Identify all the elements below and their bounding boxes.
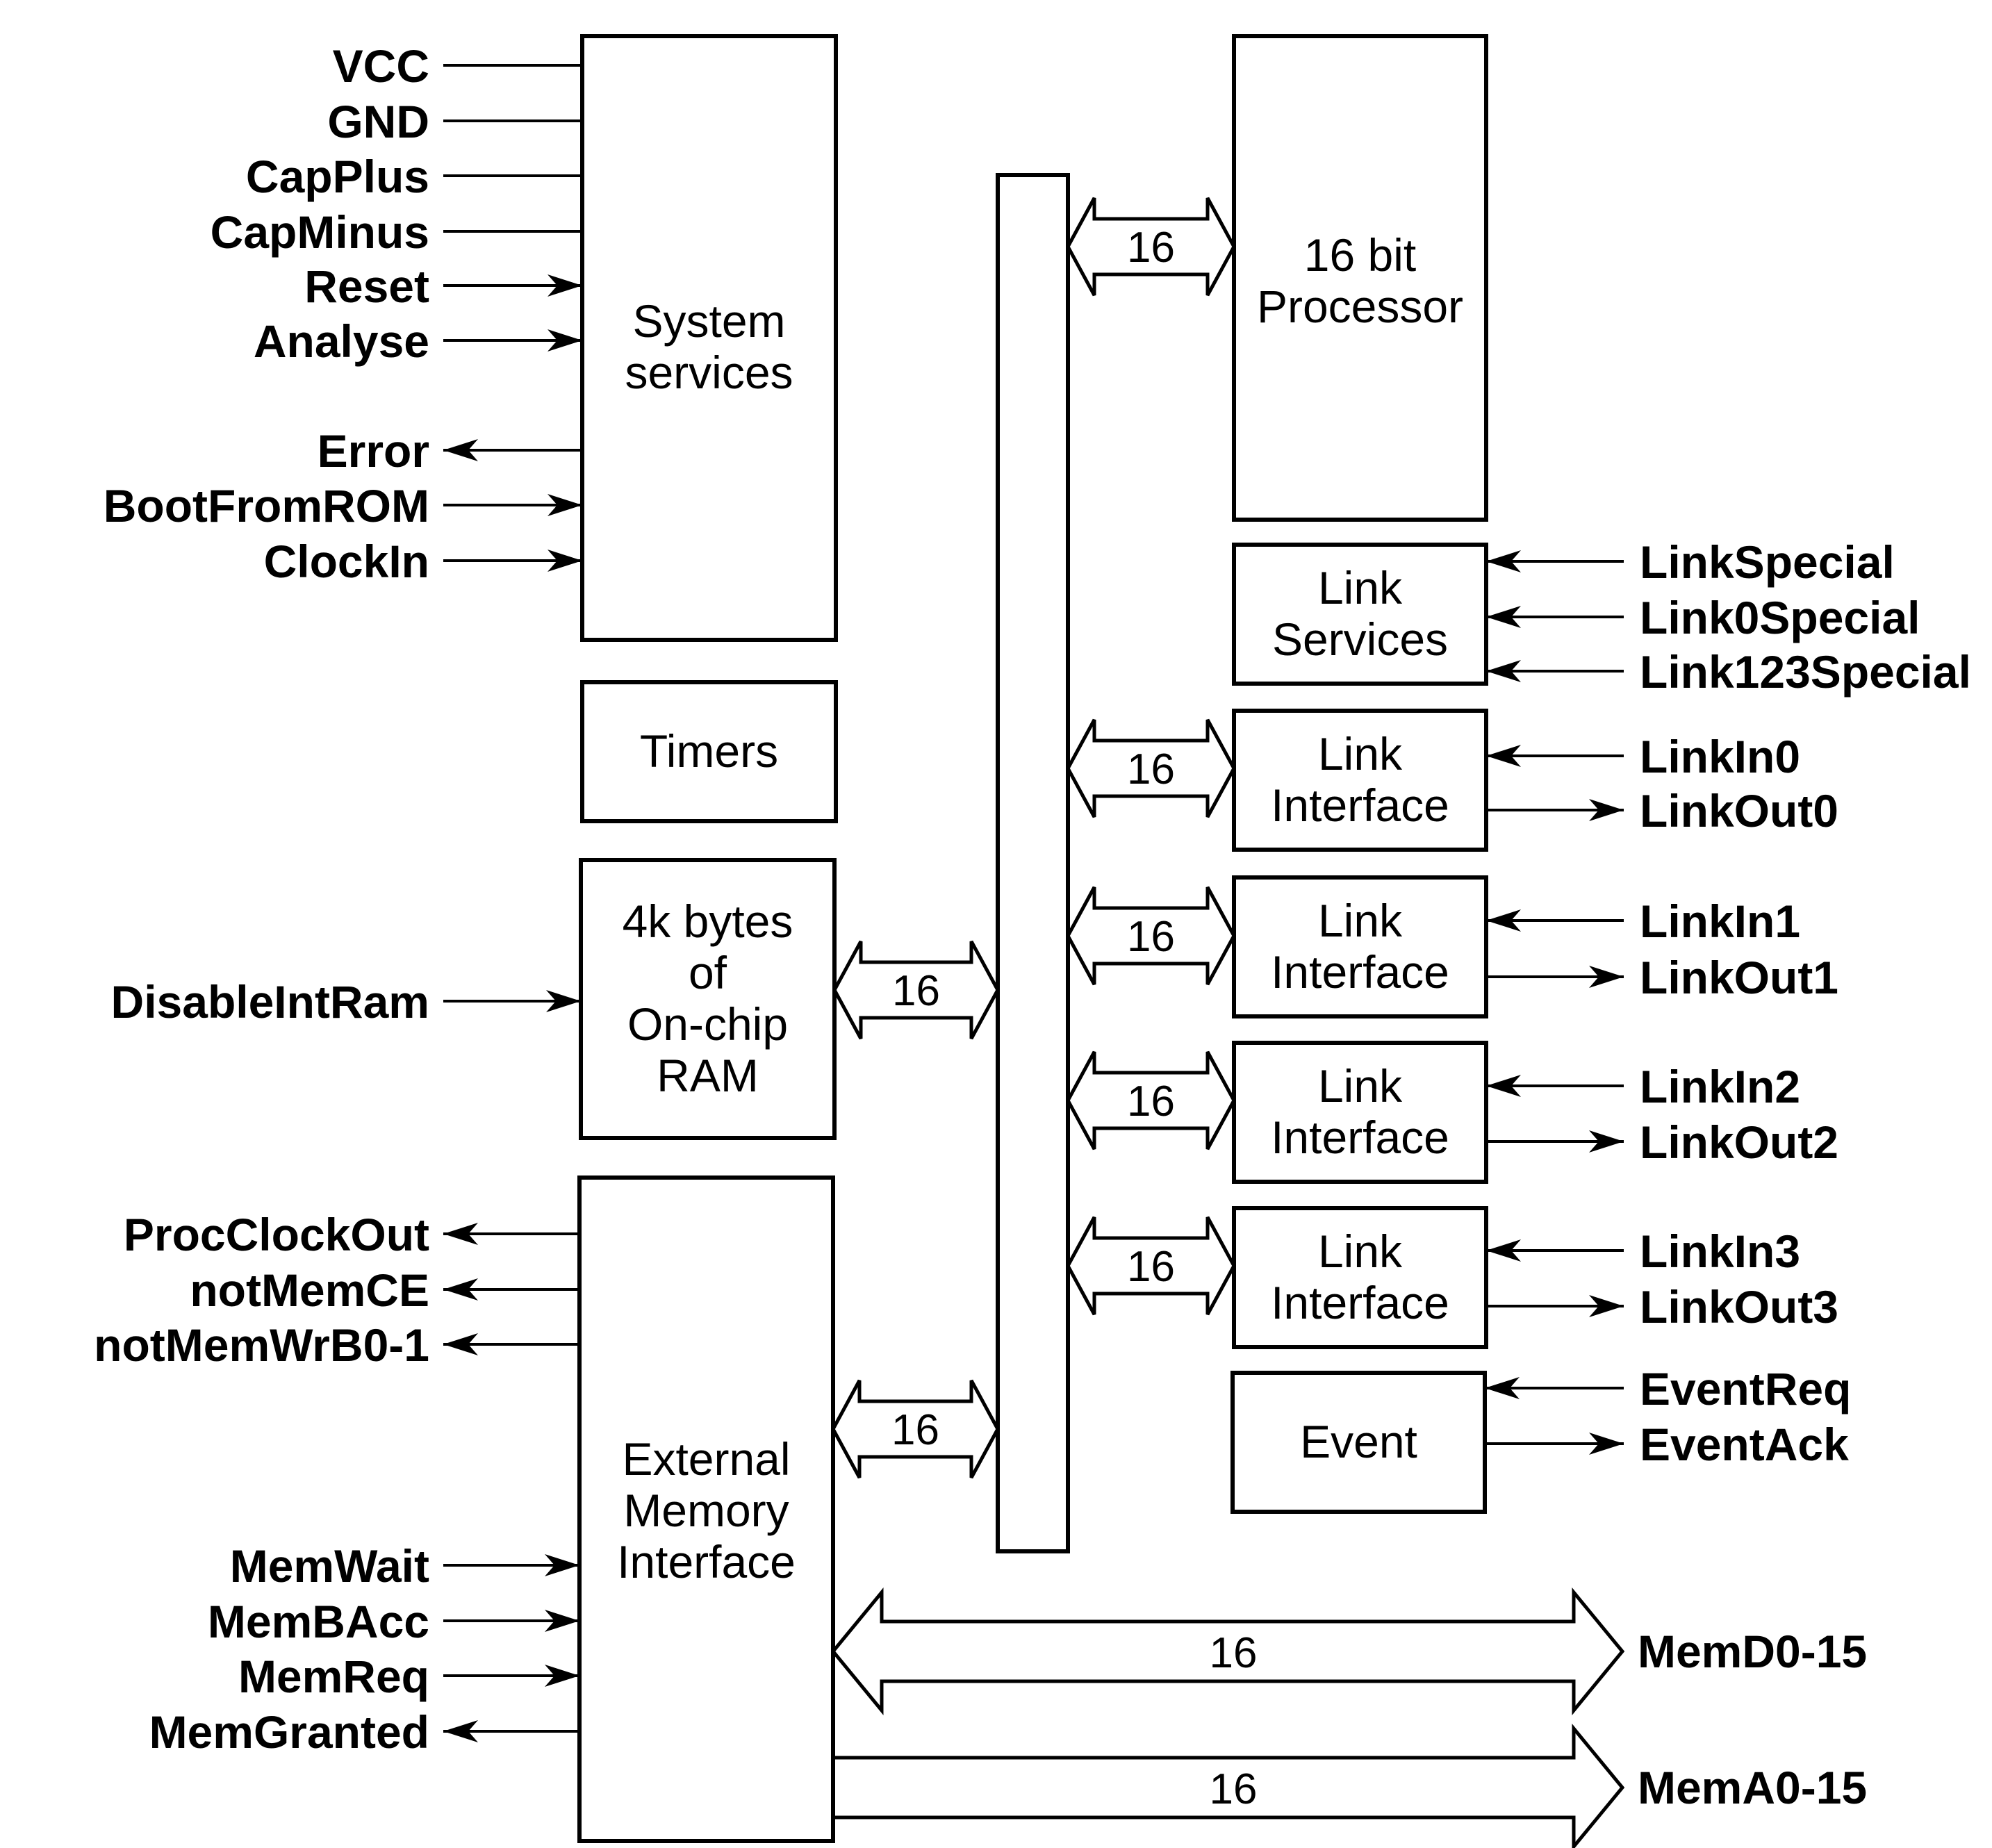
bus-width-label: 16 bbox=[1127, 224, 1175, 272]
signal-label-memreq: MemReq bbox=[238, 1651, 429, 1702]
block-label-ext-mem: Interface bbox=[617, 1536, 796, 1587]
signal-label-linkin3: LinkIn3 bbox=[1640, 1226, 1800, 1277]
mem-data-bus-label: MemD0-15 bbox=[1638, 1626, 1867, 1677]
block-label-link-if1: Link bbox=[1318, 895, 1403, 946]
block-label-ram: of bbox=[689, 947, 727, 998]
signal-label-link123special: Link123Special bbox=[1640, 646, 1971, 698]
signal-label-error: Error bbox=[318, 425, 429, 477]
signal-label-disableintram: DisableIntRam bbox=[111, 976, 429, 1028]
block-label-ram: 4k bytes bbox=[623, 896, 793, 947]
signal-label-eventreq: EventReq bbox=[1640, 1363, 1851, 1414]
block-label-event: Event bbox=[1300, 1416, 1417, 1467]
transputer-block-diagram: 16 16 16 16 16 16 16 16 MemD0-15 16 MemA0-15 System… bbox=[94, 34, 1971, 1848]
bus-width-label: 16 bbox=[1210, 1765, 1258, 1813]
signal-label-capplus: CapPlus bbox=[246, 151, 429, 202]
block-label-link-if3: Interface bbox=[1271, 1277, 1449, 1328]
bus-width-label: 16 bbox=[1127, 913, 1175, 961]
signal-label-linkout0: LinkOut0 bbox=[1640, 785, 1838, 836]
block-label-processor: Processor bbox=[1257, 281, 1463, 332]
block-label-link-if0: Link bbox=[1318, 728, 1403, 779]
signal-label-capminus: CapMinus bbox=[211, 206, 429, 258]
signal-label-analyse: Analyse bbox=[254, 315, 429, 367]
signal-label-eventack: EventAck bbox=[1640, 1419, 1849, 1470]
internal-bus bbox=[996, 173, 1070, 1553]
signal-label-linkin0: LinkIn0 bbox=[1640, 731, 1800, 782]
signal-label-reset: Reset bbox=[304, 261, 429, 312]
signal-label-linkout1: LinkOut1 bbox=[1640, 952, 1838, 1003]
bus-width-label: 16 bbox=[891, 1406, 939, 1454]
block-label-system-services: services bbox=[625, 347, 793, 398]
block-label-link-if0: Interface bbox=[1271, 779, 1449, 831]
bus-width-label: 16 bbox=[1210, 1629, 1258, 1677]
block-label-link-if2: Interface bbox=[1271, 1112, 1449, 1163]
block-label-timers: Timers bbox=[640, 725, 778, 777]
block-label-link-if2: Link bbox=[1318, 1060, 1403, 1112]
signal-label-clockin: ClockIn bbox=[264, 536, 429, 587]
signal-label-memgranted: MemGranted bbox=[149, 1706, 429, 1758]
block-label-ram: RAM bbox=[657, 1050, 759, 1101]
block-label-ext-mem: Memory bbox=[623, 1485, 789, 1536]
bus-width-label: 16 bbox=[892, 967, 940, 1015]
block-label-ext-mem: External bbox=[622, 1433, 790, 1485]
signal-label-bootfromrom: BootFromROM bbox=[104, 480, 429, 531]
signal-label-linkin1: LinkIn1 bbox=[1640, 896, 1800, 947]
signal-label-link0special: Link0Special bbox=[1640, 592, 1920, 643]
bus-arrows-layer bbox=[830, 197, 1625, 1848]
signal-label-memwait: MemWait bbox=[230, 1540, 429, 1592]
signal-label-linkout2: LinkOut2 bbox=[1640, 1116, 1838, 1168]
signal-label-linkin2: LinkIn2 bbox=[1640, 1061, 1800, 1112]
signal-label-linkspecial: LinkSpecial bbox=[1640, 536, 1895, 588]
bus-width-label: 16 bbox=[1127, 1243, 1175, 1291]
block-label-link-services: Services bbox=[1272, 613, 1448, 665]
signal-label-linkout3: LinkOut3 bbox=[1640, 1281, 1838, 1333]
signal-label-notmemwrb0-1: notMemWrB0-1 bbox=[94, 1319, 429, 1371]
mem-addr-bus-label: MemA0-15 bbox=[1638, 1762, 1867, 1813]
signal-label-procclockout: ProcClockOut bbox=[124, 1209, 429, 1260]
block-label-processor: 16 bit bbox=[1304, 229, 1416, 281]
block-label-link-services: Link bbox=[1318, 562, 1403, 613]
block-label-system-services: System bbox=[632, 295, 785, 347]
bus-width-label: 16 bbox=[1127, 1078, 1175, 1125]
signal-label-notmemce: notMemCE bbox=[190, 1264, 429, 1316]
signal-label-gnd: GND bbox=[327, 96, 429, 147]
block-label-link-if3: Link bbox=[1318, 1226, 1403, 1277]
bus-width-label: 16 bbox=[1127, 745, 1175, 793]
block-label-link-if1: Interface bbox=[1271, 946, 1449, 998]
block-label-ram: On-chip bbox=[627, 998, 788, 1050]
signal-label-vcc: VCC bbox=[333, 40, 429, 92]
signal-label-membacc: MemBAcc bbox=[208, 1596, 429, 1647]
